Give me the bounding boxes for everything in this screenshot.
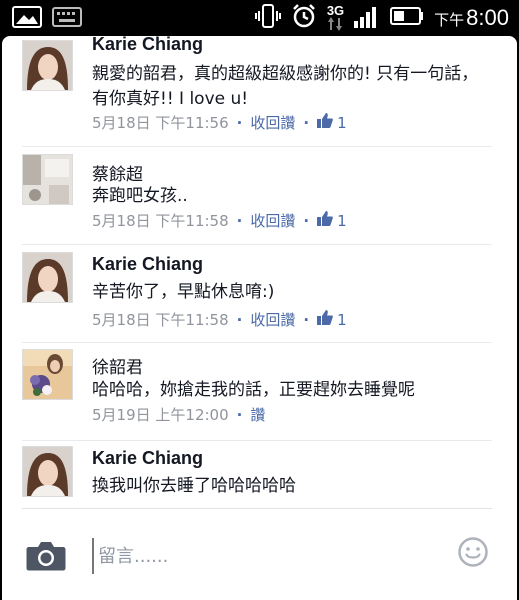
divider <box>22 342 492 343</box>
comment-author[interactable]: Karie Chiang <box>92 448 203 469</box>
avatar[interactable] <box>22 40 73 91</box>
comment-meta: 5月18日 下午11:58 · 收回讚 · 1 <box>92 309 347 330</box>
emoji-icon[interactable] <box>457 536 489 568</box>
avatar[interactable] <box>22 446 73 497</box>
comment-meta: 5月19日 上午12:00 · 讚 <box>92 404 266 425</box>
comment-input[interactable] <box>92 538 440 574</box>
thumbs-up-icon <box>317 113 333 132</box>
battery-icon <box>390 7 424 29</box>
network-type-icon: 3G <box>327 4 344 31</box>
comment-timestamp: 5月19日 上午12:00 <box>92 406 229 424</box>
comment-author[interactable]: Karie Chiang <box>92 254 203 275</box>
divider <box>22 440 492 441</box>
comment-author[interactable]: Karie Chiang <box>92 36 203 55</box>
comment-text: 辛苦你了，早點休息唷:) <box>92 282 275 302</box>
comment-text: 換我叫你去睡了哈哈哈哈哈 <box>92 476 296 496</box>
divider <box>22 508 492 509</box>
thumbs-up-icon <box>317 211 333 230</box>
comment-timestamp: 5月18日 下午11:56 <box>92 114 229 132</box>
like-count[interactable]: 1 <box>337 311 347 329</box>
comment-text: 奔跑吧女孩.. <box>92 186 188 206</box>
unlike-button[interactable]: 收回讚 <box>250 112 295 133</box>
comment-timestamp: 5月18日 下午11:58 <box>92 311 229 329</box>
like-button[interactable]: 讚 <box>250 404 265 425</box>
status-bar: 3G 下午8:00 <box>0 0 519 36</box>
comment-meta: 5月18日 下午11:58 · 收回讚 · 1 <box>92 210 347 231</box>
vibrate-icon <box>254 3 281 33</box>
unlike-button[interactable]: 收回讚 <box>250 309 295 330</box>
divider <box>22 146 492 147</box>
keyboard-icon <box>52 7 82 31</box>
avatar[interactable] <box>22 154 73 205</box>
unlike-button[interactable]: 收回讚 <box>250 210 295 231</box>
comment-text: 親愛的韶君，真的超級超級感謝你的! 只有一句話，有你真好!! I love u! <box>92 64 479 109</box>
avatar[interactable] <box>22 349 73 400</box>
like-count[interactable]: 1 <box>337 114 347 132</box>
clock: 下午8:00 <box>434 5 509 30</box>
thumbs-up-icon <box>317 310 333 329</box>
comment-composer <box>2 508 517 600</box>
like-count[interactable]: 1 <box>337 212 347 230</box>
comment-meta: 5月18日 下午11:56 · 收回讚 · 1 <box>92 112 347 133</box>
comments-panel: Karie Chiang 親愛的韶君，真的超級超級感謝你的! 只有一句話，有你真… <box>2 36 517 600</box>
camera-icon[interactable] <box>26 540 66 572</box>
picture-icon <box>12 6 42 32</box>
comment-timestamp: 5月18日 下午11:58 <box>92 212 229 230</box>
comment-author[interactable]: 蔡餘超 <box>92 160 143 185</box>
divider <box>22 244 492 245</box>
signal-icon <box>354 4 380 32</box>
comment-text: 哈哈哈，妳搶走我的話，正要趕妳去睡覺呢 <box>92 380 415 400</box>
avatar[interactable] <box>22 252 73 303</box>
comment-author[interactable]: 徐韶君 <box>92 353 143 378</box>
alarm-icon <box>291 3 317 33</box>
